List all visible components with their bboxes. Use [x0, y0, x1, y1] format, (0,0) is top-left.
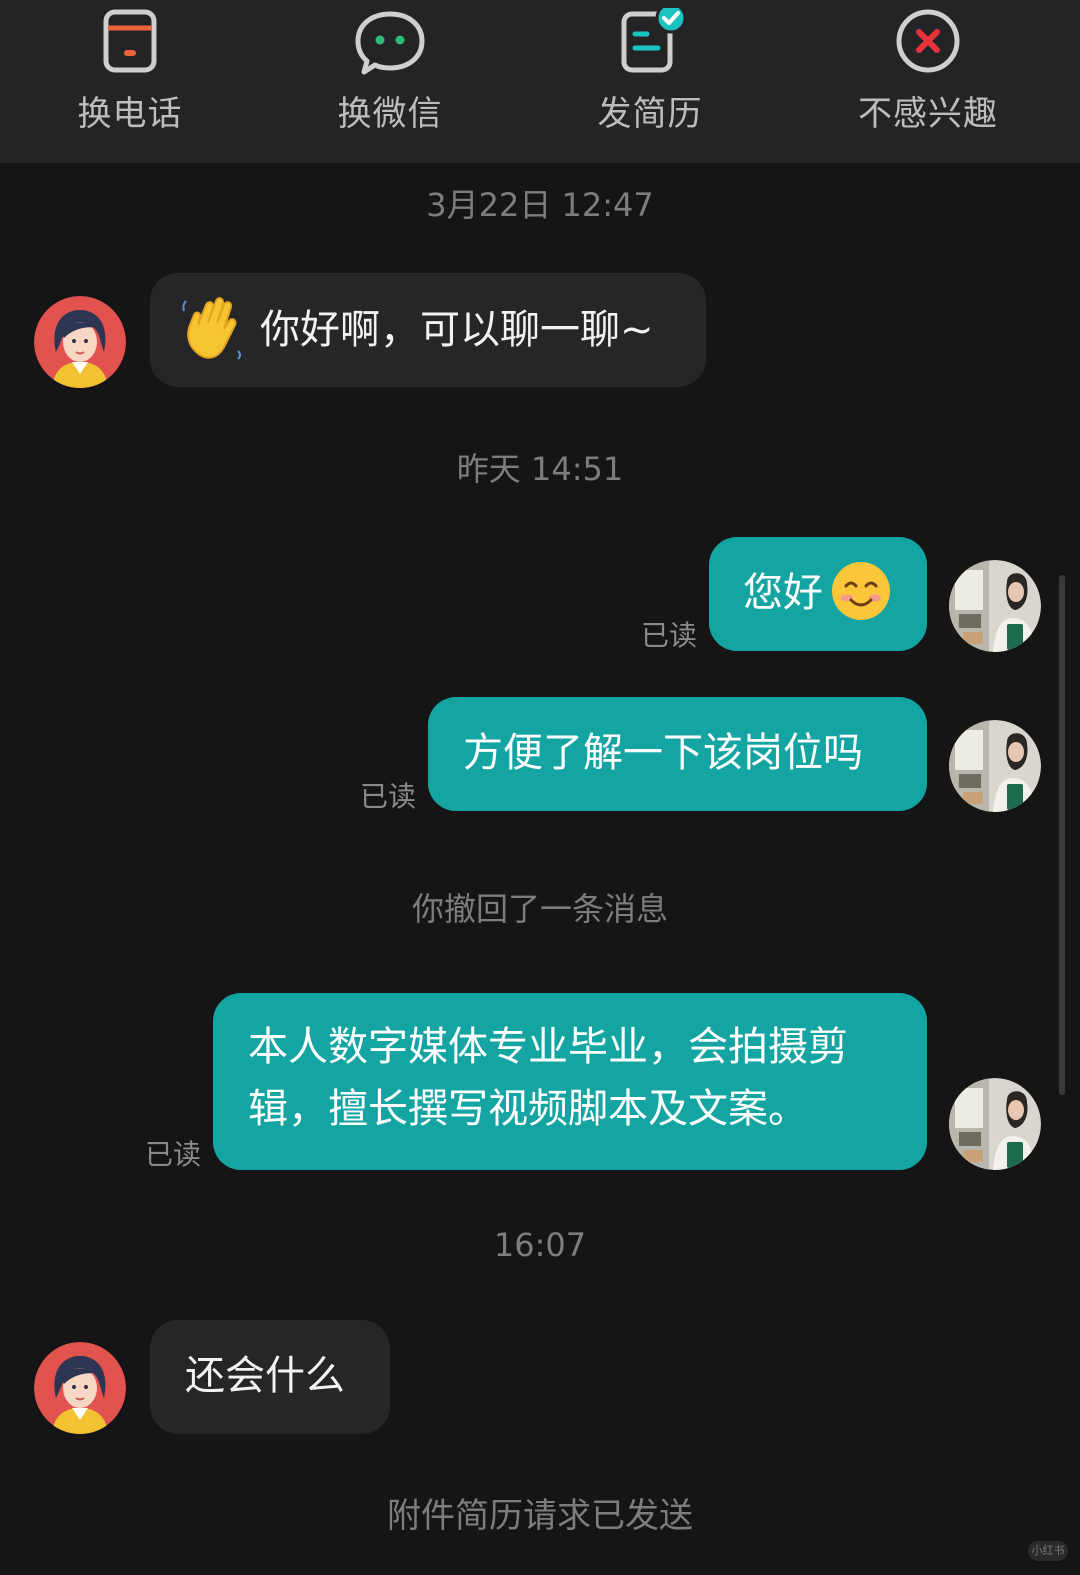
not-interested-button[interactable]: 不感兴趣	[818, 0, 1038, 163]
outgoing-message[interactable]: 方便了解一下该岗位吗	[428, 697, 927, 811]
waving-hand-icon	[182, 297, 241, 360]
recall-notice: 你撤回了一条消息	[411, 890, 668, 928]
incoming-message[interactable]: 还会什么	[150, 1320, 390, 1434]
message-text: 还会什么	[185, 1353, 345, 1399]
resume-sent-icon	[621, 8, 687, 73]
wechat-icon	[355, 11, 425, 75]
smile-emoji-icon	[832, 562, 890, 620]
exchange-wechat-label: 换微信	[337, 94, 443, 134]
phone-card-icon	[103, 9, 157, 73]
read-receipt: 已读	[145, 1138, 202, 1171]
timestamp: 3月22日 12:47	[426, 186, 654, 224]
user-avatar[interactable]	[949, 1078, 1041, 1170]
message-text: 你好啊，可以聊一聊~	[260, 307, 654, 353]
scrollbar[interactable]	[1059, 575, 1065, 1095]
send-resume-label: 发简历	[597, 94, 703, 134]
action-toolbar: 换电话 换微信 发简历 不感兴趣	[0, 0, 1080, 163]
resume-request-notice: 附件简历请求已发送	[387, 1496, 693, 1536]
exchange-wechat-button[interactable]: 换微信	[280, 0, 500, 163]
user-avatar[interactable]	[949, 720, 1041, 812]
message-text: 您好	[743, 570, 823, 616]
user-avatar[interactable]	[949, 560, 1041, 652]
outgoing-message[interactable]: 您好	[709, 537, 927, 651]
read-receipt: 已读	[641, 619, 698, 652]
exchange-phone-label: 换电话	[77, 94, 183, 134]
outgoing-message[interactable]: 本人数字媒体专业毕业，会拍摄剪 辑，擅长撰写视频脚本及文案。	[213, 993, 927, 1170]
watermark: 小红书	[1028, 1541, 1068, 1561]
close-circle-icon	[896, 9, 960, 73]
timestamp: 16:07	[493, 1226, 587, 1264]
message-text-line: 本人数字媒体专业毕业，会拍摄剪	[248, 1024, 848, 1070]
message-text-line: 辑，擅长撰写视频脚本及文案。	[248, 1086, 808, 1132]
recruiter-avatar[interactable]	[34, 1342, 126, 1434]
exchange-phone-button[interactable]: 换电话	[20, 0, 240, 163]
timestamp: 昨天 14:51	[456, 450, 624, 488]
message-text: 方便了解一下该岗位吗	[463, 730, 863, 776]
send-resume-button[interactable]: 发简历	[540, 0, 760, 163]
read-receipt: 已读	[360, 780, 417, 813]
recruiter-avatar[interactable]	[34, 296, 126, 388]
incoming-message[interactable]: 你好啊，可以聊一聊~	[150, 273, 706, 387]
not-interested-label: 不感兴趣	[858, 94, 998, 134]
